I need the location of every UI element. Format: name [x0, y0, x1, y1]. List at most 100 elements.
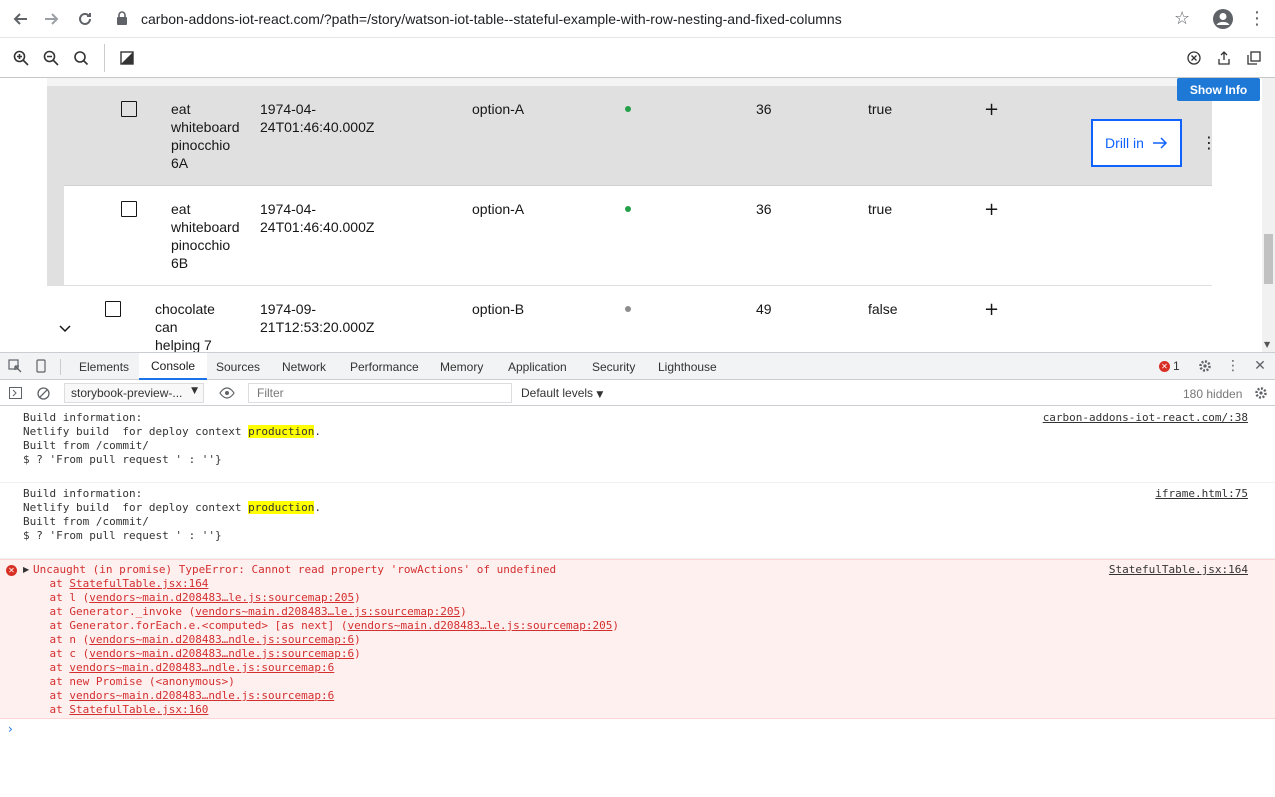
preview-scrollbar[interactable]: ▼: [1262, 78, 1275, 352]
console-settings-gear-icon[interactable]: [1252, 384, 1270, 402]
background-toggle-icon[interactable]: [117, 48, 137, 68]
cell-date: 1974-09- 21T12:53:20.000Z: [260, 301, 375, 335]
message-text-suffix: .: [314, 425, 322, 438]
table-row[interactable]: eat whiteboard pinocchio 6B 1974-04- 24T…: [47, 186, 1212, 286]
cell-option: option-B: [472, 301, 525, 317]
zoom-in-icon[interactable]: [11, 48, 31, 68]
stack-text: ): [354, 591, 361, 604]
stack-link[interactable]: StatefulTable.jsx:164: [69, 577, 208, 590]
close-circle-icon[interactable]: [1184, 48, 1204, 68]
stack-text: at: [23, 689, 70, 702]
context-select[interactable]: storybook-preview-... ▼: [64, 383, 204, 403]
nested-row-indent: [47, 186, 64, 286]
address-bar[interactable]: carbon-addons-iot-react.com/?path=/story…: [106, 4, 1206, 34]
show-info-button[interactable]: Show Info: [1177, 78, 1260, 101]
share-icon[interactable]: [1214, 48, 1234, 68]
device-toolbar-icon[interactable]: [32, 357, 50, 375]
stack-frame: at l (vendors~main.d208483…le.js:sourcem…: [23, 591, 361, 605]
devtools-tab-bar: Elements Console Sources Network Perform…: [0, 352, 1275, 380]
stack-frame: at c (vendors~main.d208483…ndle.js:sourc…: [23, 647, 361, 661]
error-header[interactable]: Uncaught (in promise) TypeError: Cannot …: [33, 563, 556, 577]
tab-application[interactable]: Application: [508, 353, 567, 380]
clear-console-icon[interactable]: [34, 384, 52, 402]
stack-text: ): [354, 647, 361, 660]
chevron-down-icon[interactable]: [59, 320, 71, 336]
bookmark-star-icon[interactable]: ☆: [1174, 8, 1190, 29]
console-prompt-chevron-icon[interactable]: ›: [8, 722, 13, 736]
cell-date: 1974-04- 24T01:46:40.000Z: [260, 201, 375, 235]
table-row[interactable]: chocolate can helping 7 1974-09- 21T12:5…: [47, 286, 1212, 352]
settings-gear-icon[interactable]: [1196, 357, 1214, 375]
message-line: Netlify build for deploy context product…: [23, 501, 321, 515]
tab-elements[interactable]: Elements: [79, 353, 129, 380]
devtools-menu-icon[interactable]: ⋮: [1224, 357, 1242, 375]
stack-link[interactable]: vendors~main.d208483…le.js:sourcemap:205: [89, 591, 354, 604]
stack-link[interactable]: vendors~main.d208483…ndle.js:sourcemap:6: [89, 633, 354, 646]
row-select-checkbox[interactable]: [121, 101, 137, 117]
stack-frame: at n (vendors~main.d208483…ndle.js:sourc…: [23, 633, 361, 647]
tab-console[interactable]: Console: [139, 353, 208, 380]
stack-link[interactable]: StatefulTable.jsx:160: [69, 703, 208, 716]
plus-icon[interactable]: +: [984, 101, 999, 119]
forward-arrow-icon[interactable]: [42, 9, 62, 29]
close-devtools-icon[interactable]: ✕: [1251, 357, 1269, 375]
console-filter-input[interactable]: [248, 383, 512, 403]
source-link[interactable]: StatefulTable.jsx:164: [1109, 563, 1248, 576]
stack-text: ): [354, 633, 361, 646]
plus-icon[interactable]: +: [984, 201, 999, 219]
scroll-down-arrow-icon[interactable]: ▼: [1264, 340, 1270, 349]
log-levels-dropdown[interactable]: Default levels ▼: [521, 386, 603, 400]
source-link[interactable]: iframe.html:75: [1155, 487, 1248, 500]
copy-link-icon[interactable]: [1244, 48, 1264, 68]
overflow-menu-icon[interactable]: ⋮: [1201, 133, 1217, 152]
tab-network[interactable]: Network: [282, 353, 326, 380]
expand-triangle-icon[interactable]: ▶: [23, 565, 29, 574]
tab-divider: [60, 359, 61, 375]
scroll-thumb[interactable]: [1264, 234, 1273, 284]
reload-icon[interactable]: [75, 9, 95, 29]
stack-link[interactable]: vendors~main.d208483…le.js:sourcemap:205: [195, 605, 460, 618]
tab-security[interactable]: Security: [592, 353, 635, 380]
table-row[interactable]: eat whiteboard pinocchio 6A 1974-04- 24T…: [47, 86, 1217, 186]
row-select-checkbox[interactable]: [121, 201, 137, 217]
cell-boolean: false: [868, 301, 898, 317]
browser-menu-icon[interactable]: ⋮: [1248, 8, 1266, 29]
zoom-reset-icon[interactable]: [71, 48, 91, 68]
profile-icon[interactable]: [1212, 8, 1234, 30]
error-counter[interactable]: ✕ 1: [1159, 359, 1180, 373]
stack-link[interactable]: vendors~main.d208483…ndle.js:sourcemap:6: [69, 689, 334, 702]
stack-frame: at vendors~main.d208483…ndle.js:sourcema…: [23, 661, 334, 675]
message-text: Netlify build for deploy context: [23, 425, 249, 438]
stack-frame: at new Promise (<anonymous>): [23, 675, 234, 689]
tab-sources[interactable]: Sources: [216, 353, 260, 380]
sidebar-toggle-icon[interactable]: [6, 384, 24, 402]
url-text: carbon-addons-iot-react.com/?path=/story…: [141, 11, 842, 27]
drill-in-label: Drill in: [1105, 135, 1144, 151]
zoom-out-icon[interactable]: [41, 48, 61, 68]
message-line: $ ? 'From pull request ' : ''}: [23, 453, 222, 466]
cell-name: chocolate can helping 7: [155, 301, 215, 352]
console-toolbar: storybook-preview-... ▼ Default levels ▼…: [0, 380, 1275, 406]
plus-icon[interactable]: +: [984, 301, 999, 319]
console-message: Build information: Netlify build for dep…: [0, 406, 1275, 483]
cell-number: 36: [756, 101, 772, 117]
live-expression-eye-icon[interactable]: [218, 384, 236, 402]
tab-lighthouse[interactable]: Lighthouse: [658, 353, 717, 380]
row-select-checkbox[interactable]: [105, 301, 121, 317]
context-select-value: storybook-preview-...: [71, 386, 183, 400]
tab-memory[interactable]: Memory: [440, 353, 483, 380]
inspect-element-icon[interactable]: [6, 357, 24, 375]
tab-performance[interactable]: Performance: [350, 353, 419, 380]
drill-in-button[interactable]: Drill in: [1091, 119, 1182, 167]
back-arrow-icon[interactable]: [10, 9, 30, 29]
stack-text: at c (: [23, 647, 90, 660]
data-table: eat whiteboard pinocchio 6A 1974-04- 24T…: [47, 78, 1217, 352]
source-link[interactable]: carbon-addons-iot-react.com/:38: [1043, 411, 1248, 424]
stack-link[interactable]: vendors~main.d208483…ndle.js:sourcemap:6: [89, 647, 354, 660]
highlighted-text: production: [248, 501, 315, 514]
error-icon: ✕: [6, 565, 17, 576]
cell-option: option-A: [472, 201, 525, 217]
stack-link[interactable]: vendors~main.d208483…le.js:sourcemap:205: [348, 619, 613, 632]
stack-text: ): [460, 605, 467, 618]
stack-link[interactable]: vendors~main.d208483…ndle.js:sourcemap:6: [69, 661, 334, 674]
